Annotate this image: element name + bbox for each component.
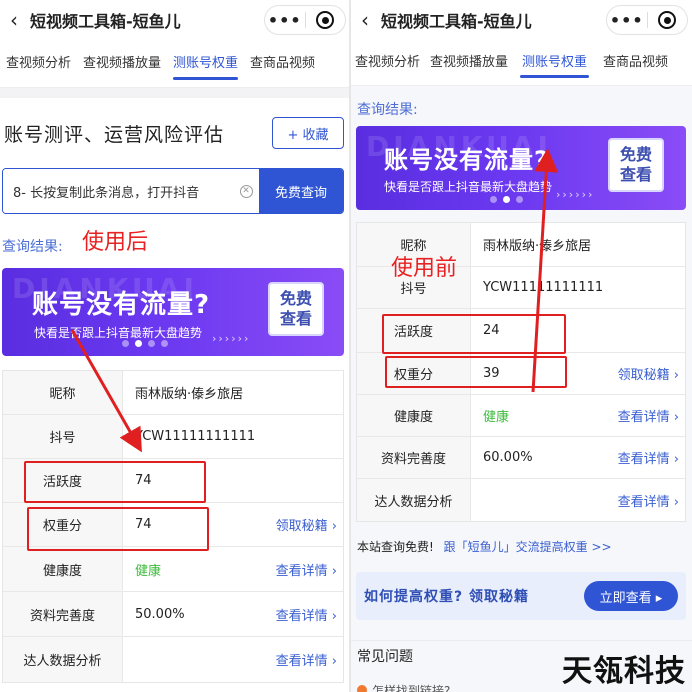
faq-bullet-icon (357, 685, 367, 692)
faq-title: 常见问题 (357, 649, 413, 665)
improve-weight-card[interactable]: 如何提高权重? 领取秘籍 立即查看 ▸ (356, 572, 686, 620)
free-notice: 本站查询免费! 跟「短鱼儿」交流提高权重 >> (357, 538, 687, 555)
improve-weight-text: 如何提高权重? 领取秘籍 (364, 589, 529, 605)
after-screenshot-panel: ‹ 短视频工具箱-短鱼儿 ••• 查视频分析 查视频播放量 测账号权重 查商品视… (0, 0, 350, 692)
contact-link[interactable]: 跟「短鱼儿」交流提高权重 >> (444, 540, 612, 554)
faq-item[interactable]: 怎样找到链接? (357, 680, 450, 692)
arrow-annotation (70, 329, 142, 453)
view-now-button[interactable]: 立即查看 ▸ (584, 581, 678, 611)
before-screenshot-panel: ‹ 短视频工具箱-短鱼儿 ••• 查视频分析 查视频播放量 测账号权重 查商品视… (351, 0, 692, 692)
notice-text: 本站查询免费! (357, 540, 434, 554)
faq-item-text: 怎样找到链接? (372, 683, 451, 692)
faq-divider (351, 640, 692, 641)
brand-watermark: 天瓴科技 (562, 654, 686, 689)
